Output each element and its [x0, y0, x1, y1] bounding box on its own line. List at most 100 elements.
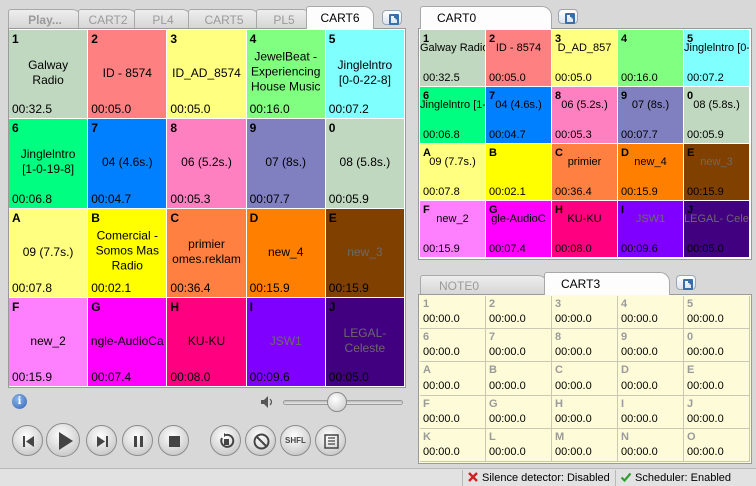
cart-button[interactable]: N 00:00.0	[618, 428, 684, 462]
tab-cart3[interactable]: CART3	[544, 272, 670, 295]
cart-button[interactable]: Cprimier omes.reklam 00:36.4	[167, 208, 247, 298]
cart-button[interactable]: H KU-KU 00:08.0	[552, 201, 618, 258]
cart-button[interactable]: Enew_3 00:15.9	[684, 144, 750, 201]
cart-button[interactable]: Dnew_4 00:15.9	[246, 208, 326, 298]
pause-button[interactable]	[122, 425, 153, 456]
cart-duration: 00:36.4	[555, 186, 592, 198]
cart-button[interactable]: 5Jinglelntro [0-0-22-8]00:07.2	[325, 30, 405, 120]
cart-button[interactable]: 3 D_AD_857 00:05.0	[552, 30, 618, 87]
cart-title: ID - 8574	[102, 66, 152, 81]
cart-button[interactable]: I 00:00.0	[618, 395, 684, 429]
speaker-icon[interactable]	[260, 395, 276, 409]
cart-hotkey: D	[249, 210, 259, 225]
cart-button[interactable]: 0 08 (5.8s.) 00:05.9	[325, 119, 405, 209]
cart-button[interactable]: 5 00:00.0	[684, 296, 750, 330]
loop-button[interactable]	[210, 425, 241, 456]
cart-button[interactable]: 2 ID - 8574 00:05.0	[486, 30, 552, 87]
cart-button[interactable]: B 00:02.1	[486, 144, 552, 201]
cart-button[interactable]: K 00:00.0	[420, 428, 486, 462]
cart-button[interactable]: O 00:00.0	[684, 428, 750, 462]
cart-duration: 00:07.2	[687, 72, 724, 84]
cart-button[interactable]: D 00:00.0	[618, 362, 684, 396]
cart-button[interactable]: J 00:00.0	[684, 395, 750, 429]
cart-duration: 00:00.0	[555, 346, 592, 359]
cart-button[interactable]: I JSW1 00:09.6	[618, 201, 684, 258]
cart-button[interactable]: Cprimier 00:36.4	[552, 144, 618, 201]
tab-play[interactable]: Play...	[8, 9, 82, 28]
cart-button[interactable]: 3 00:00.0	[552, 296, 618, 330]
tab-cart0[interactable]: CART0	[420, 6, 552, 29]
tab-cart5[interactable]: CART5	[188, 9, 260, 28]
add-tab-button-right-top[interactable]	[558, 9, 578, 24]
add-tab-button-right-bottom[interactable]	[676, 275, 696, 290]
add-tab-button[interactable]	[382, 10, 402, 25]
stop-button[interactable]	[158, 425, 189, 456]
cart-button[interactable]: 6Jinglelntro [1-0-19-8]00:06.8	[420, 87, 486, 144]
cart-button[interactable]: M 00:00.0	[552, 428, 618, 462]
tab-pl4[interactable]: PL4	[134, 9, 192, 28]
tab-cart2[interactable]: CART2	[78, 9, 138, 28]
cart-duration: 00:36.4	[170, 280, 211, 295]
cart-title: new_4	[268, 244, 304, 259]
cart-button[interactable]: Enew_3 00:15.9	[325, 208, 405, 298]
silence-detector-status[interactable]: Silence detector: Disabled	[462, 470, 612, 486]
next-button[interactable]	[86, 425, 117, 456]
cart-button[interactable]: 9 07 (8s.) 00:07.7	[246, 119, 326, 209]
cart-button[interactable]: 2 ID - 8574 00:05.0	[88, 30, 168, 120]
cart-button[interactable]: 4 00:16.0	[618, 30, 684, 87]
scheduler-status[interactable]: Scheduler: Enabled	[615, 470, 756, 486]
cart-button[interactable]: G 00:00.0	[486, 395, 552, 429]
cart-button[interactable]: H 00:00.0	[552, 395, 618, 429]
cart-button[interactable]: 1 Galway Radio 00:32.5	[420, 30, 486, 87]
cart-button[interactable]: 7 04 (4.6s.) 00:04.7	[88, 119, 168, 209]
cart-button[interactable]: I JSW1 00:09.6	[246, 297, 326, 387]
cart-button[interactable]: C 00:00.0	[552, 362, 618, 396]
cart-button[interactable]: 9 07 (8s.) 00:07.7	[618, 87, 684, 144]
play-button[interactable]	[46, 423, 80, 457]
cart-hotkey: I	[621, 397, 625, 410]
playlist-button[interactable]	[315, 425, 346, 456]
cart-button[interactable]: A 09 (7.7s.) 00:07.8	[420, 144, 486, 201]
cart-button[interactable]: H KU-KU 00:08.0	[167, 297, 247, 387]
cart-button[interactable]: A 09 (7.7s.) 00:07.8	[9, 208, 89, 298]
tab-note0[interactable]: NOTE0	[420, 275, 548, 294]
previous-button[interactable]	[12, 425, 43, 456]
cart-button[interactable]: 1 00:00.0	[420, 296, 486, 330]
cart-button[interactable]: 6 00:00.0	[420, 329, 486, 363]
cart-button[interactable]: B Comercial - Somos Mas Radio 00:02.1	[88, 208, 168, 298]
info-icon[interactable]: i	[12, 394, 27, 409]
cart-button[interactable]: Fnew_2 00:15.9	[420, 201, 486, 258]
cart-button[interactable]: 4 00:00.0	[618, 296, 684, 330]
cart-button[interactable]: 7 00:00.0	[486, 329, 552, 363]
cart-button[interactable]: 0 08 (5.8s.) 00:05.9	[684, 87, 750, 144]
shuffle-button[interactable]: SHFL	[280, 425, 311, 456]
cart-button[interactable]: E 00:00.0	[684, 362, 750, 396]
tab-pl5[interactable]: PL5	[256, 9, 312, 28]
cart-button[interactable]: A 00:00.0	[420, 362, 486, 396]
cart-button[interactable]: 4 JewelBeat - Experiencing House Music 00:…	[246, 30, 326, 120]
cart-button[interactable]: Fnew_2 00:15.9	[9, 297, 89, 387]
block-button[interactable]	[245, 425, 276, 456]
cart-button[interactable]: 1 Galway Radio 00:32.5	[9, 30, 89, 120]
cart-button[interactable]: JLEGAL- Celeste00:05.0	[325, 297, 405, 387]
cart-button[interactable]: 7 04 (4.6s.) 00:04.7	[486, 87, 552, 144]
cart-button[interactable]: 2 00:00.0	[486, 296, 552, 330]
cart-button[interactable]: B 00:00.0	[486, 362, 552, 396]
cart-button[interactable]: 6Jinglelntro [1-0-19-8]00:06.8	[9, 119, 89, 209]
cart-button[interactable]: 3 ID_AD_8574 00:05.0	[167, 30, 247, 120]
cart-button[interactable]: 8 00:00.0	[552, 329, 618, 363]
cart-button[interactable]: Dnew_4 00:15.9	[618, 144, 684, 201]
cart-button[interactable]: Gngle-AudioCa 00:07.4	[88, 297, 168, 387]
cart-button[interactable]: 0 00:00.0	[684, 329, 750, 363]
tab-cart6[interactable]: CART6	[306, 6, 374, 29]
cart-button[interactable]: 5Jinglelntro [0-0-22-8]00:07.2	[684, 30, 750, 87]
cart-button[interactable]: 9 00:00.0	[618, 329, 684, 363]
cart-button[interactable]: F 00:00.0	[420, 395, 486, 429]
cart-button[interactable]: L 00:00.0	[486, 428, 552, 462]
cart-button[interactable]: Ggle-AudioC 00:07.4	[486, 201, 552, 258]
volume-slider-thumb[interactable]	[327, 392, 347, 412]
cart-button[interactable]: JLEGAL- Celeste00:05.0	[684, 201, 750, 258]
cart-duration: 00:07.7	[249, 191, 290, 206]
cart-button[interactable]: 8 06 (5.2s.) 00:05.3	[167, 119, 247, 209]
cart-button[interactable]: 8 06 (5.2s.) 00:05.3	[552, 87, 618, 144]
